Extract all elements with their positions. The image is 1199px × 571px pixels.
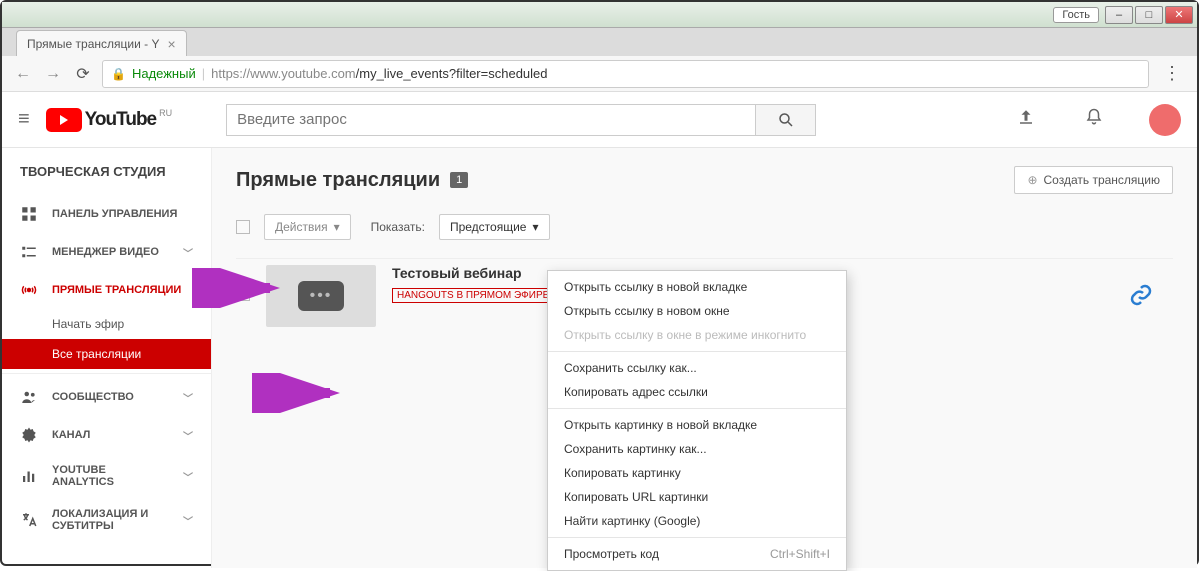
- toolbar: ← → ⟳ 🔒 Надежный | https://www.youtube.c…: [2, 56, 1197, 92]
- dashboard-icon: [20, 205, 38, 223]
- page-title: Прямые трансляции: [236, 169, 440, 192]
- video-manager-icon: [20, 243, 38, 261]
- sidebar-item-video-manager[interactable]: МЕНЕДЖЕР ВИДЕО ﹀: [2, 233, 211, 271]
- search-input[interactable]: [226, 104, 756, 136]
- ctx-open-incognito: Открыть ссылку в окне в режиме инкогнито: [548, 323, 846, 347]
- shortcut: Ctrl+Shift+I: [770, 547, 830, 561]
- chevron-down-icon: ﹀: [183, 390, 193, 405]
- search-icon: [777, 111, 795, 129]
- maximize-button[interactable]: □: [1135, 6, 1163, 24]
- ctx-save-image[interactable]: Сохранить картинку как...: [548, 437, 846, 461]
- chevron-down-icon: ﹀: [183, 428, 193, 443]
- notifications-icon[interactable]: [1085, 108, 1109, 131]
- filter-dropdown[interactable]: Предстоящие▾: [439, 214, 550, 240]
- ctx-open-image-tab[interactable]: Открыть картинку в новой вкладке: [548, 413, 846, 437]
- annotation-arrow-2: [252, 373, 342, 413]
- guest-badge[interactable]: Гость: [1053, 7, 1099, 23]
- actions-dropdown[interactable]: Действия▾: [264, 214, 351, 240]
- sidebar: ТВОРЧЕСКАЯ СТУДИЯ ПАНЕЛЬ УПРАВЛЕНИЯ МЕНЕ…: [2, 148, 212, 568]
- main-content: Прямые трансляции 1 ⊕ Создать трансляцию…: [212, 148, 1197, 568]
- chevron-down-icon: ﹀: [183, 245, 193, 260]
- sidebar-item-live[interactable]: ПРЯМЫЕ ТРАНСЛЯЦИИ: [2, 271, 211, 309]
- sidebar-sub-all[interactable]: Все трансляции: [2, 339, 211, 369]
- placeholder-icon: •••: [298, 281, 344, 311]
- sidebar-label: YOUTUBE ANALYTICS: [52, 464, 169, 488]
- hangouts-live-badge: HANGOUTS В ПРЯМОМ ЭФИРЕ: [392, 288, 554, 303]
- sidebar-label: СООБЩЕСТВО: [52, 391, 134, 403]
- sidebar-sub-start[interactable]: Начать эфир: [2, 309, 211, 339]
- chevron-down-icon: ﹀: [183, 469, 193, 484]
- window-titlebar: Гость – □ ✕: [2, 2, 1197, 28]
- youtube-logo[interactable]: YouTube RU: [46, 108, 170, 132]
- sidebar-label: ПАНЕЛЬ УПРАВЛЕНИЯ: [52, 208, 177, 220]
- avatar[interactable]: [1149, 104, 1181, 136]
- caret-down-icon: ▾: [334, 220, 340, 234]
- sidebar-item-analytics[interactable]: YOUTUBE ANALYTICS ﹀: [2, 454, 211, 498]
- annotation-arrow-1: [192, 268, 282, 308]
- ctx-open-new-window[interactable]: Открыть ссылку в новом окне: [548, 299, 846, 323]
- create-label: Создать трансляцию: [1044, 173, 1160, 187]
- ctx-copy-link-address[interactable]: Копировать адрес ссылки: [548, 380, 846, 404]
- sidebar-label: КАНАЛ: [52, 429, 90, 441]
- logo-text: YouTube: [85, 109, 156, 131]
- secure-label: Надежный: [132, 66, 196, 81]
- translate-icon: [20, 511, 38, 529]
- sidebar-title: ТВОРЧЕСКАЯ СТУДИЯ: [2, 148, 211, 195]
- sidebar-label: ЛОКАЛИЗАЦИЯ И СУБТИТРЫ: [52, 508, 169, 532]
- chevron-down-icon: ﹀: [183, 513, 193, 528]
- plus-icon: ⊕: [1027, 173, 1037, 187]
- context-menu: Открыть ссылку в новой вкладке Открыть с…: [547, 270, 847, 571]
- create-stream-button[interactable]: ⊕ Создать трансляцию: [1014, 166, 1173, 194]
- region-code: RU: [159, 108, 172, 118]
- lock-icon: 🔒: [111, 67, 126, 81]
- reload-button[interactable]: ⟳: [72, 63, 94, 85]
- caret-down-icon: ▾: [532, 220, 538, 234]
- link-icon[interactable]: [1129, 283, 1153, 313]
- forward-button: →: [42, 63, 64, 85]
- close-window-button[interactable]: ✕: [1165, 6, 1193, 24]
- back-button[interactable]: ←: [12, 63, 34, 85]
- browser-tab[interactable]: Прямые трансляции - Y ×: [16, 30, 187, 56]
- search-button[interactable]: [756, 104, 816, 136]
- ctx-copy-image-url[interactable]: Копировать URL картинки: [548, 485, 846, 509]
- sidebar-item-channel[interactable]: КАНАЛ ﹀: [2, 416, 211, 454]
- tab-close-icon[interactable]: ×: [167, 36, 175, 52]
- sidebar-item-community[interactable]: СООБЩЕСТВО ﹀: [2, 373, 211, 416]
- sidebar-label: МЕНЕДЖЕР ВИДЕО: [52, 246, 159, 258]
- upload-icon[interactable]: [1017, 108, 1041, 131]
- sidebar-item-localization[interactable]: ЛОКАЛИЗАЦИЯ И СУБТИТРЫ ﹀: [2, 498, 211, 542]
- community-icon: [20, 388, 38, 406]
- tab-strip: Прямые трансляции - Y ×: [2, 28, 1197, 56]
- count-badge: 1: [450, 172, 468, 188]
- sidebar-label: ПРЯМЫЕ ТРАНСЛЯЦИИ: [52, 284, 181, 296]
- tab-title: Прямые трансляции - Y: [27, 37, 159, 51]
- select-all-checkbox[interactable]: [236, 220, 250, 234]
- menu-icon[interactable]: ≡: [18, 108, 30, 131]
- gear-icon: [20, 426, 38, 444]
- sidebar-item-dashboard[interactable]: ПАНЕЛЬ УПРАВЛЕНИЯ: [2, 195, 211, 233]
- analytics-icon: [20, 467, 38, 485]
- thumbnail[interactable]: •••: [266, 265, 376, 327]
- ctx-find-image[interactable]: Найти картинку (Google): [548, 509, 846, 533]
- live-icon: [20, 281, 38, 299]
- ctx-copy-image[interactable]: Копировать картинку: [548, 461, 846, 485]
- ctx-save-link[interactable]: Сохранить ссылку как...: [548, 356, 846, 380]
- ctx-inspect[interactable]: Просмотреть кодCtrl+Shift+I: [548, 542, 846, 566]
- show-label: Показать:: [371, 220, 425, 234]
- ctx-open-new-tab[interactable]: Открыть ссылку в новой вкладке: [548, 275, 846, 299]
- address-bar[interactable]: 🔒 Надежный | https://www.youtube.com/my_…: [102, 60, 1149, 88]
- browser-menu-button[interactable]: ⋮: [1157, 63, 1187, 84]
- play-icon: [46, 108, 82, 132]
- url-text: https://www.youtube.com/my_live_events?f…: [211, 66, 547, 81]
- minimize-button[interactable]: –: [1105, 6, 1133, 24]
- youtube-header: ≡ YouTube RU: [2, 92, 1197, 148]
